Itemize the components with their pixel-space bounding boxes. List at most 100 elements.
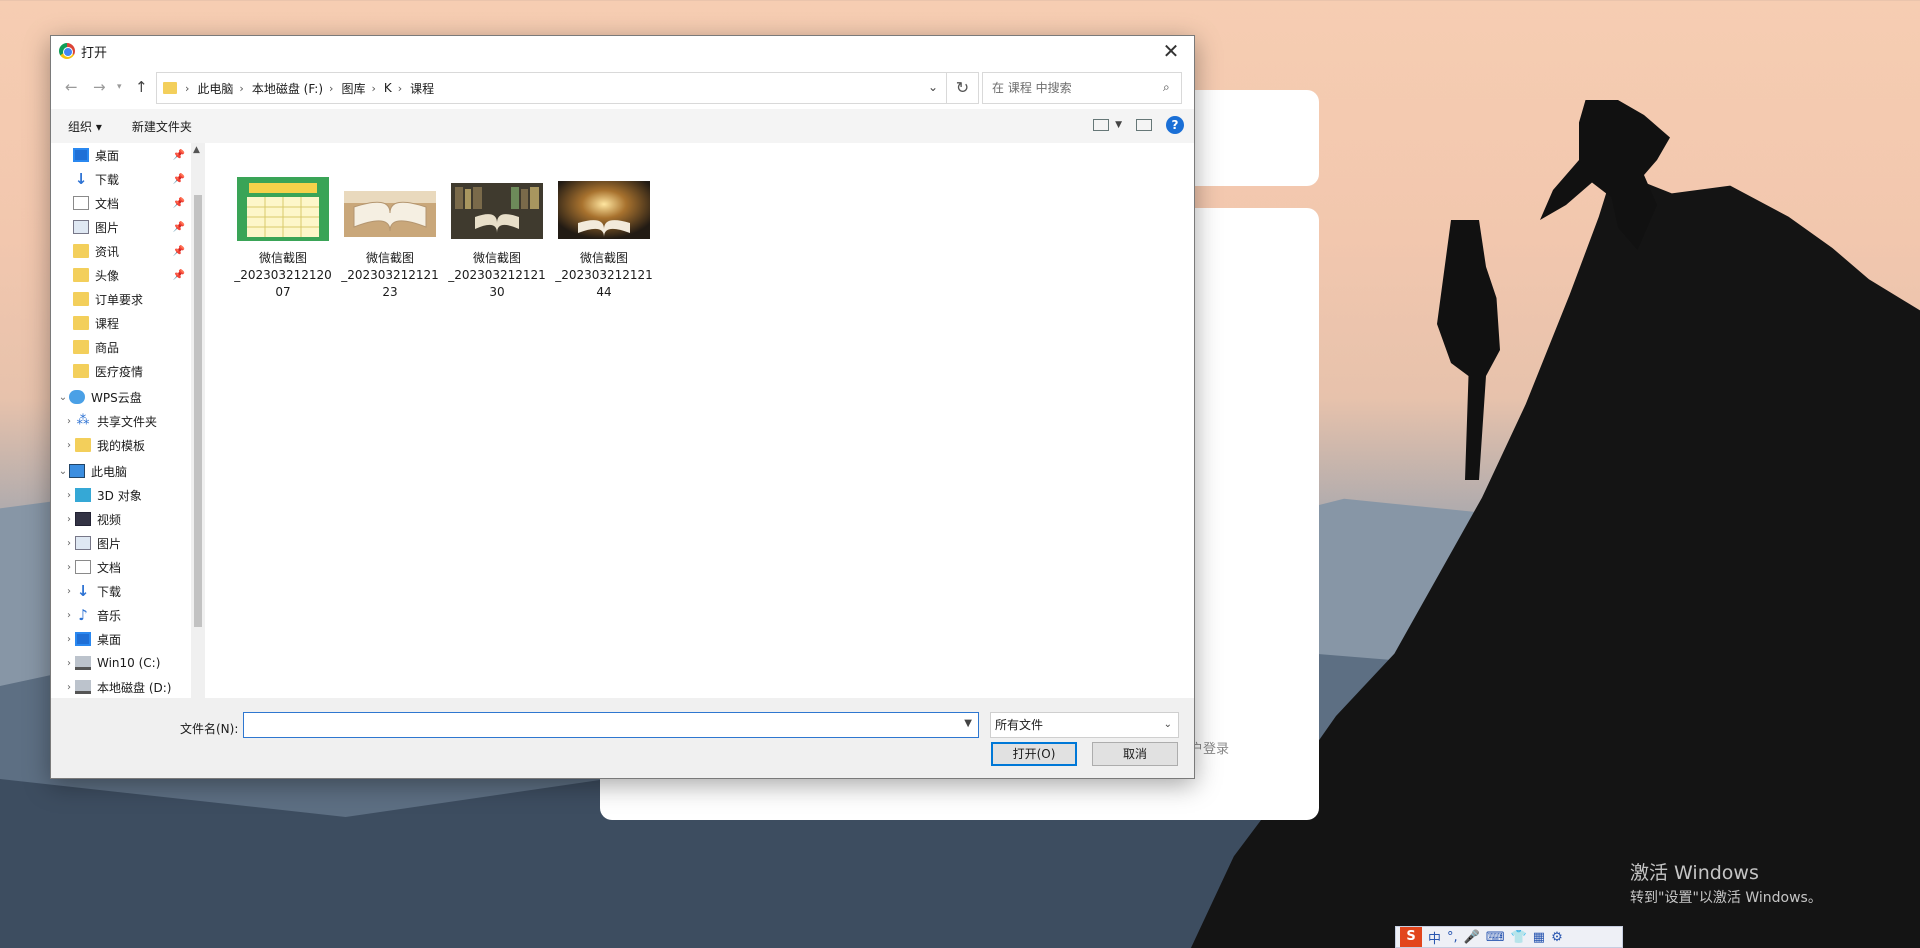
close-button[interactable]: ✕: [1148, 36, 1194, 66]
nav-item[interactable]: › ↓ 下载: [51, 579, 191, 603]
file-name-line: 44: [596, 285, 612, 299]
nav-item-label: 本地磁盘 (D:): [97, 680, 172, 695]
chevron-right-icon[interactable]: ›: [63, 682, 75, 693]
change-view-icon[interactable]: [1093, 119, 1110, 131]
pin-icon: 📌: [172, 269, 185, 281]
chevron-down-icon[interactable]: ⌄: [57, 466, 69, 477]
dialog-titlebar[interactable]: 打开 ✕: [51, 36, 1194, 66]
search-icon[interactable]: ⌕: [1163, 80, 1186, 95]
breadcrumb-gallery[interactable]: 图库: [341, 80, 365, 97]
nav-item[interactable]: ⌄ 此电脑: [51, 459, 191, 483]
windows-activation-watermark: 激活 Windows 转到"设置"以激活 Windows。: [1630, 858, 1822, 907]
nav-item[interactable]: 资讯 📌: [51, 239, 191, 263]
nav-scrollbar[interactable]: ▲ ▼: [191, 143, 205, 728]
keyboard-icon[interactable]: ⌨: [1486, 930, 1505, 945]
forward-arrow-icon[interactable]: →: [93, 78, 106, 96]
sogou-logo-icon[interactable]: S: [1400, 927, 1422, 947]
file-name-line: 30: [489, 285, 505, 299]
recent-locations-chevron-icon[interactable]: ▾: [117, 82, 122, 92]
file-name-line: 微信截图: [365, 251, 414, 265]
scroll-up-icon[interactable]: ▲: [193, 145, 200, 155]
file-list: 微信截图 _202303212120 07 微信截图 _202303212121…: [213, 143, 1194, 728]
climber-silhouette: [1437, 220, 1500, 480]
chevron-right-icon[interactable]: ›: [239, 82, 243, 95]
background-login-link[interactable]: 户登录: [1190, 738, 1229, 757]
chevron-down-icon[interactable]: ▼: [964, 718, 972, 729]
cancel-button[interactable]: 取消: [1092, 742, 1178, 766]
nav-item[interactable]: › 3D 对象: [51, 483, 191, 507]
nav-item[interactable]: › 图片: [51, 531, 191, 555]
chevron-right-icon[interactable]: ›: [63, 514, 75, 525]
nav-item[interactable]: › Win10 (C:): [51, 651, 191, 675]
file-item[interactable]: 微信截图 _202303212121 30: [447, 177, 547, 301]
toolbox-icon[interactable]: ▦: [1533, 930, 1545, 945]
chevron-right-icon[interactable]: ›: [63, 658, 75, 669]
microphone-icon[interactable]: 🎤: [1464, 930, 1480, 945]
nav-item[interactable]: 商品: [51, 335, 191, 359]
nav-item-label: 桌面: [95, 148, 120, 163]
nav-item[interactable]: 桌面 📌: [51, 143, 191, 167]
dialog-title: 打开: [81, 45, 108, 61]
file-item[interactable]: 微信截图 _202303212120 07: [233, 177, 333, 301]
chevron-right-icon[interactable]: ›: [371, 82, 375, 95]
picture-icon: [73, 220, 89, 234]
nav-item[interactable]: 课程: [51, 311, 191, 335]
address-bar[interactable]: › 此电脑 › 本地磁盘 (F:) › 图库 › K › 课程 ⌄ ↻: [156, 72, 979, 104]
nav-item[interactable]: › 文档: [51, 555, 191, 579]
up-arrow-icon[interactable]: ↑: [135, 78, 148, 96]
chevron-right-icon[interactable]: ›: [63, 490, 75, 501]
filetype-select[interactable]: 所有文件 ⌄: [990, 712, 1179, 738]
settings-icon[interactable]: ⚙: [1551, 930, 1563, 945]
chevron-right-icon[interactable]: ›: [63, 538, 75, 549]
nav-item[interactable]: ↓ 下载 📌: [51, 167, 191, 191]
punctuation-icon[interactable]: °,: [1447, 930, 1458, 945]
nav-item[interactable]: 图片 📌: [51, 215, 191, 239]
view-options-chevron-icon[interactable]: ▼: [1115, 120, 1122, 130]
refresh-icon[interactable]: ↻: [946, 73, 978, 103]
document-icon: [73, 196, 89, 210]
chevron-right-icon[interactable]: ›: [63, 416, 75, 427]
nav-item[interactable]: › 视频: [51, 507, 191, 531]
back-arrow-icon[interactable]: ←: [65, 78, 78, 96]
chevron-down-icon[interactable]: ⌄: [928, 80, 938, 94]
preview-pane-icon[interactable]: [1136, 119, 1152, 131]
file-item[interactable]: 微信截图 _202303212121 23: [340, 177, 440, 301]
breadcrumb-this-pc[interactable]: 此电脑: [197, 80, 233, 97]
help-icon[interactable]: ?: [1166, 116, 1184, 134]
chevron-down-icon[interactable]: ⌄: [1164, 713, 1172, 737]
ime-mode[interactable]: 中: [1428, 928, 1441, 947]
chevron-down-icon[interactable]: ⌄: [57, 392, 69, 403]
nav-item-label: 此电脑: [91, 464, 128, 479]
nav-item[interactable]: › ♪ 音乐: [51, 603, 191, 627]
chevron-right-icon[interactable]: ›: [63, 634, 75, 645]
nav-item[interactable]: ⌄ WPS云盘: [51, 385, 191, 409]
nav-item[interactable]: 医疗疫情: [51, 359, 191, 383]
chevron-right-icon[interactable]: ›: [185, 82, 189, 95]
nav-item[interactable]: › 桌面: [51, 627, 191, 651]
file-item[interactable]: 微信截图 _202303212121 44: [554, 177, 654, 301]
nav-item[interactable]: 文档 📌: [51, 191, 191, 215]
nav-item[interactable]: 订单要求: [51, 287, 191, 311]
scroll-thumb[interactable]: [194, 195, 202, 627]
nav-item[interactable]: › 本地磁盘 (D:): [51, 675, 191, 699]
nav-item[interactable]: › ⁂ 共享文件夹: [51, 409, 191, 433]
ime-toolbar[interactable]: S 中 °, 🎤 ⌨ 👕 ▦ ⚙: [1395, 926, 1623, 948]
chevron-right-icon[interactable]: ›: [329, 82, 333, 95]
chevron-right-icon[interactable]: ›: [63, 610, 75, 621]
filename-input[interactable]: ▼: [243, 712, 979, 738]
nav-item[interactable]: › 我的模板: [51, 433, 191, 457]
chevron-right-icon[interactable]: ›: [63, 440, 75, 451]
breadcrumb-course[interactable]: 课程: [410, 80, 434, 97]
new-folder-button[interactable]: 新建文件夹: [132, 118, 192, 135]
open-button[interactable]: 打开(O): [991, 742, 1077, 766]
chevron-right-icon[interactable]: ›: [398, 82, 402, 95]
organize-menu[interactable]: 组织 ▾: [68, 118, 102, 135]
breadcrumb-k[interactable]: K: [384, 81, 392, 95]
breadcrumb-drive-f[interactable]: 本地磁盘 (F:): [252, 80, 323, 97]
skin-icon[interactable]: 👕: [1511, 930, 1527, 945]
chevron-right-icon[interactable]: ›: [63, 562, 75, 573]
address-row: ← → ▾ ↑ › 此电脑 › 本地磁盘 (F:) › 图库 › K › 课程 …: [51, 72, 1194, 104]
search-input[interactable]: 在 课程 中搜索: [982, 72, 1182, 104]
chevron-right-icon[interactable]: ›: [63, 586, 75, 597]
nav-item[interactable]: 头像 📌: [51, 263, 191, 287]
